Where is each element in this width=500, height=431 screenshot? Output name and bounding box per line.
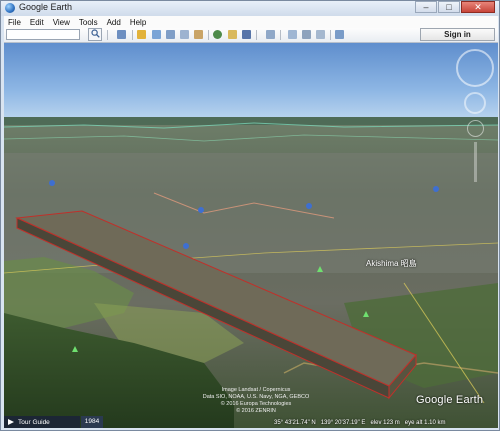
menu-view[interactable]: View [53, 18, 70, 27]
minimize-button[interactable]: – [415, 1, 437, 13]
planets-icon[interactable] [242, 30, 251, 39]
search-button[interactable] [88, 28, 102, 41]
polygon-icon[interactable] [152, 30, 161, 39]
placemark-icon[interactable] [433, 186, 439, 192]
menu-add[interactable]: Add [107, 18, 121, 27]
placemark-icon[interactable] [198, 207, 204, 213]
longitude-readout: 139° 20'37.19" E [320, 420, 366, 426]
path-icon[interactable] [166, 30, 175, 39]
google-maps-icon[interactable] [335, 30, 344, 39]
status-bar: 35° 43'21.74" N 139° 20'37.19" E elev 12… [274, 418, 498, 428]
search-input[interactable] [6, 29, 80, 40]
window-controls: – □ ✕ [415, 1, 495, 15]
app-window: Google Earth – □ ✕ File Edit View Tools … [0, 0, 500, 431]
toolbar-separator [256, 30, 257, 40]
placemark-icon[interactable] [183, 243, 189, 249]
menu-tools[interactable]: Tools [79, 18, 98, 27]
toolbar-separator [132, 30, 133, 40]
menu-file[interactable]: File [8, 18, 21, 27]
earth-3d-viewport[interactable]: Akishima 昭島 Image Landsat / Copernicus D… [4, 43, 498, 428]
toolbar-separator [330, 30, 331, 40]
move-control[interactable] [464, 92, 486, 114]
toolbar-separator [107, 30, 108, 40]
tour-guide-button[interactable]: Tour Guide [4, 416, 80, 428]
latitude-readout: 35° 43'21.74" N [274, 420, 316, 426]
credit-line: © 2016 ZENRIN [236, 408, 276, 414]
historical-imagery-icon[interactable] [213, 30, 222, 39]
zoom-slider[interactable] [474, 142, 477, 182]
search-icon [90, 29, 100, 38]
sidebar-toggle-icon[interactable] [117, 30, 126, 39]
look-control[interactable] [456, 49, 494, 87]
google-earth-logo-icon [5, 3, 15, 13]
credit-line: Data SIO, NOAA, U.S. Navy, NGA, GEBCO [202, 394, 310, 400]
window-title: Google Earth [19, 2, 73, 12]
place-label: Akishima 昭島 [366, 259, 417, 268]
email-icon[interactable] [288, 30, 297, 39]
sign-in-button[interactable]: Sign in [420, 28, 495, 41]
save-image-icon[interactable] [316, 30, 325, 39]
ruler-icon[interactable] [266, 30, 275, 39]
credit-line: Image Landsat / Copernicus [221, 387, 291, 393]
eye-altitude-readout: eye alt 1.10 km [404, 420, 446, 426]
placemark-icon[interactable] [306, 203, 312, 209]
credit-line: © 2016 Europa Technologies [220, 401, 292, 407]
tour-guide-icon [8, 419, 14, 425]
record-tour-icon[interactable] [194, 30, 203, 39]
terrain-view [4, 43, 498, 428]
placemark-icon[interactable] [137, 30, 146, 39]
toolbar-separator [280, 30, 281, 40]
maximize-button[interactable]: □ [438, 1, 460, 13]
imagery-year: 1984 [81, 416, 103, 428]
menu-help[interactable]: Help [130, 18, 146, 27]
toolbar: Sign in [4, 28, 498, 43]
close-button[interactable]: ✕ [461, 1, 495, 13]
placemark-icon[interactable] [49, 180, 55, 186]
print-icon[interactable] [302, 30, 311, 39]
menu-bar: File Edit View Tools Add Help [4, 16, 498, 28]
toolbar-separator [208, 30, 209, 40]
sky [4, 43, 498, 121]
street-view-control[interactable] [467, 120, 484, 137]
elevation-readout: elev 123 m [370, 420, 400, 426]
menu-edit[interactable]: Edit [30, 18, 44, 27]
google-earth-watermark: Google Earth [416, 394, 484, 406]
distant-hills [4, 117, 498, 125]
tour-guide-label: Tour Guide [18, 418, 50, 426]
image-overlay-icon[interactable] [180, 30, 189, 39]
imagery-credits: Image Landsat / Copernicus Data SIO, NOA… [201, 387, 311, 415]
title-bar[interactable]: Google Earth – □ ✕ [1, 1, 499, 16]
sunlight-icon[interactable] [228, 30, 237, 39]
